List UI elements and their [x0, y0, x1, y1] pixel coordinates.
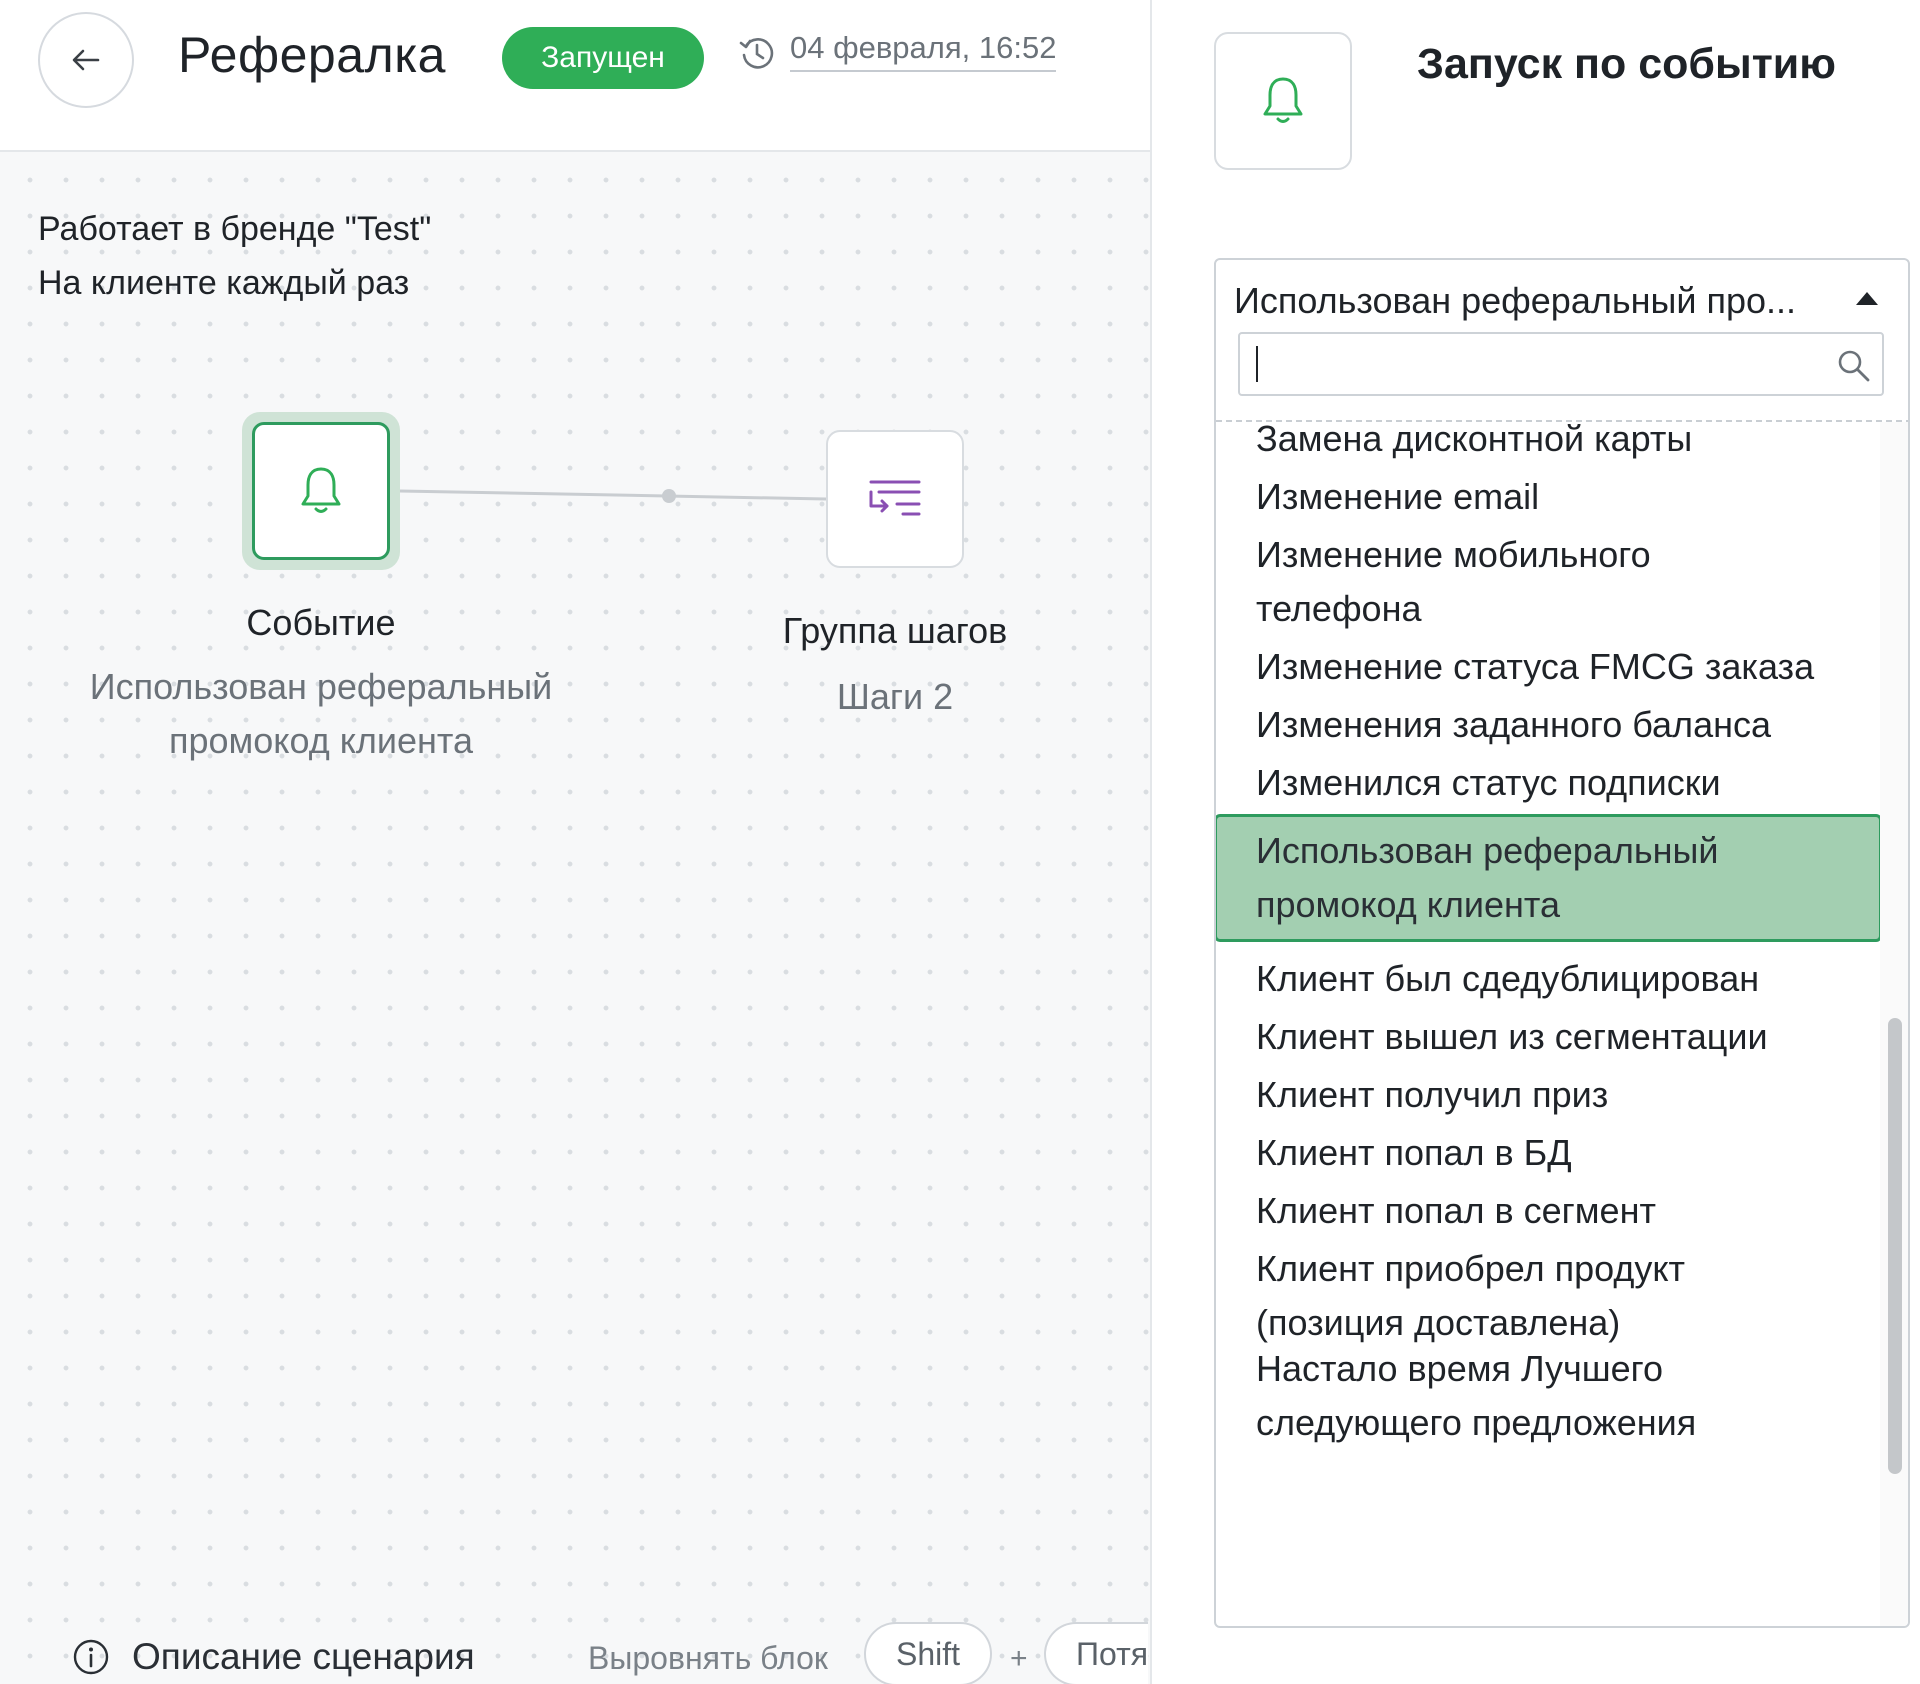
- frequency-info: На клиенте каждый раз: [38, 264, 410, 302]
- plus-sign: +: [1010, 1642, 1028, 1675]
- shift-key-hint: Shift: [864, 1622, 993, 1684]
- event-node-subtitle-line: Использован реферальный: [89, 666, 553, 707]
- brand-info: Работает в бренде "Test": [38, 210, 432, 248]
- flow-canvas[interactable]: [0, 152, 1150, 1684]
- panel-event-icon-box: [1214, 32, 1352, 170]
- step-group-node-title: Группа шагов: [782, 610, 1008, 651]
- dropdown-options-list: Замена дисконтной карты Изменение email …: [1216, 422, 1908, 1626]
- dropdown-option-label: Изменение статуса FMCG заказа: [1256, 646, 1815, 687]
- history-icon[interactable]: [738, 34, 776, 72]
- step-group-node[interactable]: [826, 430, 964, 568]
- dropdown-option-label: телефона: [1256, 588, 1422, 629]
- dropdown-scrollbar-thumb[interactable]: [1888, 1018, 1902, 1474]
- caret-up-icon[interactable]: [1856, 292, 1878, 305]
- info-icon: [73, 1639, 109, 1675]
- scenario-description-toggle[interactable]: Описание сценария: [72, 1636, 475, 1678]
- dropdown-option-label: Клиент попал в БД: [1256, 1132, 1572, 1173]
- dropdown-option[interactable]: Клиент приобрел продукт (позиция доставле…: [1216, 1242, 1880, 1350]
- dropdown-option[interactable]: Замена дисконтной карты: [1216, 422, 1880, 466]
- dropdown-option[interactable]: Клиент вышел из сегментации: [1216, 1010, 1880, 1064]
- dropdown-option-label: Замена дисконтной карты: [1256, 422, 1693, 459]
- event-node-subtitle: Использован реферальный промокод клиента: [40, 660, 602, 768]
- dropdown-option[interactable]: Клиент был сдедублицирован: [1216, 952, 1880, 1006]
- dropdown-option-label: Клиент был сдедублицирован: [1256, 958, 1760, 999]
- dropdown-option-label: Клиент вышел из сегментации: [1256, 1016, 1768, 1057]
- dropdown-option-label: следующего предложения: [1256, 1402, 1697, 1443]
- event-node-title: Событие: [246, 602, 396, 643]
- panel-title: Запуск по событию: [1417, 40, 1836, 88]
- event-node-subtitle-line: промокод клиента: [169, 720, 473, 761]
- dropdown-option[interactable]: Изменился статус подписки: [1216, 756, 1880, 810]
- page-title: Рефералка: [178, 27, 446, 83]
- history-date-link[interactable]: 04 февраля, 16:52: [790, 30, 1057, 72]
- dropdown-option-label: Изменения заданного баланса: [1256, 704, 1771, 745]
- step-group-node-subtitle: Шаги 2: [836, 676, 954, 717]
- dropdown-search-box[interactable]: [1238, 332, 1884, 396]
- dropdown-option[interactable]: Изменение статуса FMCG заказа: [1216, 640, 1880, 694]
- dropdown-search-input[interactable]: [1248, 340, 1808, 388]
- bell-icon: [301, 467, 341, 513]
- dropdown-option-label: Клиент получил приз: [1256, 1074, 1609, 1115]
- dropdown-option-label: Настало время Лучшего: [1256, 1348, 1664, 1389]
- dropdown-option[interactable]: Настало время Лучшего следующего предложе…: [1216, 1342, 1880, 1450]
- dropdown-option-label: Клиент попал в сегмент: [1256, 1190, 1656, 1231]
- event-node[interactable]: [252, 422, 390, 560]
- step-group-icon: [869, 480, 921, 516]
- arrow-left-icon: [72, 49, 100, 71]
- dropdown-option-selected[interactable]: Использован реферальный промокод клиента: [1216, 814, 1882, 942]
- dropdown-option[interactable]: Изменение email: [1216, 470, 1880, 524]
- bell-icon: [1263, 77, 1303, 123]
- status-badge: Запущен: [502, 27, 704, 89]
- dropdown-selected-value[interactable]: Использован реферальный про...: [1234, 280, 1834, 322]
- dropdown-option-label: Изменение мобильного: [1256, 534, 1651, 575]
- dropdown-option-label: Использован реферальный: [1256, 830, 1719, 871]
- dropdown-option[interactable]: Клиент получил приз: [1216, 1068, 1880, 1122]
- dropdown-option-label: Клиент приобрел продукт: [1256, 1248, 1685, 1289]
- dropdown-option[interactable]: Клиент попал в БД: [1216, 1126, 1880, 1180]
- event-type-dropdown[interactable]: Использован реферальный про... Замена ди…: [1214, 258, 1910, 1628]
- scenario-editor: Рефералка Запущен 04 февраля, 16:52 Рабо…: [0, 0, 1150, 1684]
- drag-key-hint: Потя: [1044, 1622, 1149, 1684]
- dropdown-option-label: Изменился статус подписки: [1256, 762, 1721, 803]
- dropdown-option[interactable]: Изменения заданного баланса: [1216, 698, 1880, 752]
- dropdown-option-label: промокод клиента: [1256, 884, 1560, 925]
- dropdown-option-label: Изменение email: [1256, 476, 1540, 517]
- scenario-description-label: Описание сценария: [132, 1636, 475, 1677]
- back-button[interactable]: [38, 12, 134, 108]
- editor-header: Рефералка Запущен 04 февраля, 16:52: [0, 0, 1150, 152]
- dropdown-option[interactable]: Изменение мобильного телефона: [1216, 528, 1880, 636]
- trigger-settings-panel: Запуск по событию Использован реферальны…: [1150, 0, 1920, 1684]
- dropdown-option[interactable]: Клиент попал в сегмент: [1216, 1184, 1880, 1238]
- align-hint-label: Выровнять блок: [588, 1640, 828, 1676]
- search-icon: [1838, 350, 1870, 382]
